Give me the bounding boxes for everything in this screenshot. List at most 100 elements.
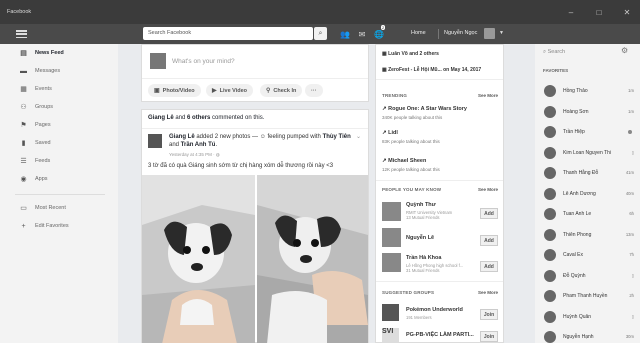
post-photo[interactable] [142, 175, 255, 343]
trending-item[interactable]: ↗ Rogue One: A Star Wars Story [382, 106, 467, 112]
photo-video-button[interactable]: ▣ Photo/Video [148, 84, 201, 97]
post-activity-line: Giang Lê and 6 others commented on this. [148, 115, 264, 121]
tagged-user-link[interactable]: Trần Anh Tú [181, 142, 216, 148]
join-group-button[interactable]: Join [480, 331, 498, 342]
sidebar-item-saved[interactable]: ▮ Saved [19, 137, 51, 149]
author-link[interactable]: Giang Lê [169, 134, 195, 140]
home-link[interactable]: Home [411, 30, 426, 36]
sidebar-item-apps[interactable]: ◉ Apps [19, 173, 47, 185]
top-event-row[interactable]: ▦ Luân Võ and 2 others [382, 51, 439, 57]
trending-item[interactable]: ↗ Lidl [382, 130, 398, 136]
chat-contact[interactable]: Kim Loan Nguyen Thi ▯ [544, 145, 634, 160]
puppy-photo [142, 175, 255, 343]
profile-link[interactable]: Nguyễn Ngọc [444, 30, 477, 36]
mobile-icon: ▯ [631, 150, 634, 155]
chat-contact[interactable]: Huỳnh Quân ▯ [544, 309, 634, 324]
more-button[interactable]: ··· [305, 84, 323, 97]
trending-see-more[interactable]: See More [478, 93, 498, 98]
sidebar-item-events[interactable]: ▦ Events [19, 83, 52, 95]
avatar [544, 228, 556, 241]
post-timestamp[interactable]: Yesterday at 4:35 PM · ◍ [169, 152, 220, 158]
avatar [544, 105, 556, 118]
group-avatar[interactable]: SVI [382, 328, 399, 342]
right-column: ▦ Luân Võ and 2 others ▦ ZeroFest - Lễ H… [375, 44, 504, 343]
search-input[interactable]: Search Facebook [143, 27, 313, 40]
avatar [544, 207, 556, 220]
person-name[interactable]: Nguyễn Lê [406, 235, 434, 241]
person-name[interactable]: Quỳnh Thư [406, 202, 436, 208]
active-time: 30m [625, 334, 634, 339]
chat-search-input[interactable]: ⌕ Search [543, 49, 565, 56]
chat-contact[interactable]: Lê Anh Dương 40m [544, 186, 634, 201]
avatar[interactable] [382, 202, 401, 221]
avatar[interactable] [382, 253, 401, 272]
group-name[interactable]: Pokémon Underworld [406, 307, 463, 313]
friend-requests-icon[interactable]: 👥 [339, 28, 351, 40]
chat-contact[interactable]: Hồng Thảo 1m [544, 83, 634, 98]
contact-name: Nguyễn Hạnh [563, 333, 594, 340]
window-titlebar: Facebook – □ ✕ [0, 0, 640, 24]
chat-contact[interactable]: Caval Ex 7h [544, 247, 634, 262]
add-friend-button[interactable]: Add [480, 208, 498, 219]
add-friend-button[interactable]: Add [480, 261, 498, 272]
contact-name: Huỳnh Quân [563, 313, 592, 320]
group-avatar[interactable] [382, 304, 399, 321]
sidebar-item-edit-favorites[interactable]: + Edit Favorites [19, 220, 69, 232]
avatar [544, 146, 556, 159]
sidebar-item-news-feed[interactable]: ▤ News Feed [19, 47, 64, 59]
messages-icon[interactable]: ✉ [356, 28, 368, 40]
sidebar-item-pages[interactable]: ⚑ Pages [19, 119, 50, 131]
avatar [150, 53, 166, 69]
avatar[interactable] [484, 28, 495, 39]
minimize-button[interactable]: – [560, 0, 582, 24]
maximize-button[interactable]: □ [588, 0, 610, 24]
group-sub: 191 Members [406, 315, 432, 320]
sidebar-item-messages[interactable]: ▬ Messages [19, 65, 60, 77]
chat-contact[interactable]: Pham Thanh Huyền 2h [544, 288, 634, 303]
group-name[interactable]: PG-PB-VIỆC LÀM PARTI... [406, 332, 474, 338]
search-icon[interactable]: ⌕ [314, 27, 327, 40]
groups-see-more[interactable]: See More [478, 290, 498, 295]
post-photo[interactable] [257, 175, 368, 343]
top-event-row[interactable]: ▦ ZeroFest - Lễ Hội Mũ... on May 14, 201… [382, 67, 481, 73]
feeling-icon: ☺ [259, 134, 268, 140]
avatar [544, 310, 556, 323]
commenter-link[interactable]: Giang Lê [148, 115, 174, 121]
nav-divider [438, 29, 439, 39]
chat-contact[interactable]: Nguyễn Hạnh 30m [544, 329, 634, 343]
active-time: 1m [628, 88, 634, 93]
chat-contact[interactable]: Thiên Phong 13m [544, 227, 634, 242]
trending-title: TRENDING [382, 93, 408, 98]
chat-contact[interactable]: Hoàng Sơn 1m [544, 104, 634, 119]
chat-contact[interactable]: Trần Hiệp [544, 124, 634, 139]
chevron-down-icon[interactable]: ⌄ [356, 133, 361, 140]
sidebar-item-label: Edit Favorites [35, 223, 69, 229]
chat-contact[interactable]: Tuan Anh Le 6h [544, 206, 634, 221]
person-name[interactable]: Trần Hà Khoa [406, 255, 441, 261]
tagged-user-link[interactable]: Thùy Tiên [323, 134, 351, 140]
check-in-button[interactable]: ⚲ Check In [260, 84, 303, 97]
sidebar-item-feeds[interactable]: ☰ Feeds [19, 155, 50, 167]
gear-icon[interactable]: ⚙ [621, 46, 628, 55]
active-time: 13m [625, 232, 634, 237]
chevron-down-icon[interactable]: ▼ [499, 30, 504, 36]
location-icon: ⚲ [266, 88, 271, 94]
join-group-button[interactable]: Join [480, 309, 498, 320]
live-video-button[interactable]: ▶ Live Video [206, 84, 254, 97]
sidebar-item-most-recent[interactable]: ▭ Most Recent [19, 202, 66, 214]
others-link[interactable]: 6 others [187, 115, 210, 121]
sidebar-item-groups[interactable]: ⚇ Groups [19, 101, 53, 113]
text: and [169, 142, 181, 148]
add-friend-button[interactable]: Add [480, 235, 498, 246]
avatar[interactable] [148, 134, 162, 148]
active-time: 40m [625, 191, 634, 196]
menu-icon[interactable] [16, 30, 27, 38]
pymk-see-more[interactable]: See More [478, 187, 498, 192]
close-button[interactable]: ✕ [616, 0, 638, 24]
pymk-title: PEOPLE YOU MAY KNOW [382, 187, 442, 192]
composer-input[interactable]: What's on your mind? [172, 58, 235, 65]
chat-contact[interactable]: Đỗ Quỳnh ▯ [544, 268, 634, 283]
trending-item[interactable]: ↗ Michael Sheen [382, 158, 426, 164]
chat-contact[interactable]: Thanh Hằng Đỗ 41m [544, 165, 634, 180]
avatar[interactable] [382, 228, 401, 247]
